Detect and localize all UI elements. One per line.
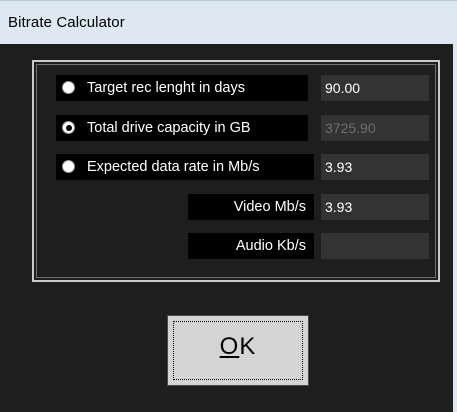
ok-mnemonic: O [219,333,240,360]
video-rate-input[interactable]: 3.93 [321,194,429,220]
target-length-label: Target rec lenght in days [87,80,245,96]
window-right-edge [453,44,457,412]
drive-capacity-radio[interactable]: Total drive capacity in GB [56,115,308,141]
window-title: Bitrate Calculator [8,14,125,31]
audio-rate-input[interactable] [321,233,429,259]
audio-rate-label: Audio Kb/s [188,233,314,259]
ok-button[interactable]: OK [167,315,309,386]
data-rate-input[interactable]: 3.93 [321,154,429,180]
radio-button-selected-icon[interactable] [62,121,75,134]
radio-button-icon[interactable] [62,81,75,94]
drive-capacity-input[interactable]: 3725.90 [321,115,429,141]
drive-capacity-label: Total drive capacity in GB [87,120,251,136]
data-rate-radio[interactable]: Expected data rate in Mb/s [56,154,314,180]
bitrate-calculator-window: Bitrate Calculator Target rec lenght in … [0,0,457,412]
radio-button-icon[interactable] [62,160,75,173]
data-rate-label: Expected data rate in Mb/s [87,159,260,175]
target-length-input[interactable]: 90.00 [321,75,429,101]
video-rate-label: Video Mb/s [188,194,314,220]
ok-label-rest: K [239,333,257,360]
title-bar[interactable]: Bitrate Calculator [0,0,457,44]
ok-button-label: OK [168,333,308,361]
target-length-radio[interactable]: Target rec lenght in days [56,75,308,101]
